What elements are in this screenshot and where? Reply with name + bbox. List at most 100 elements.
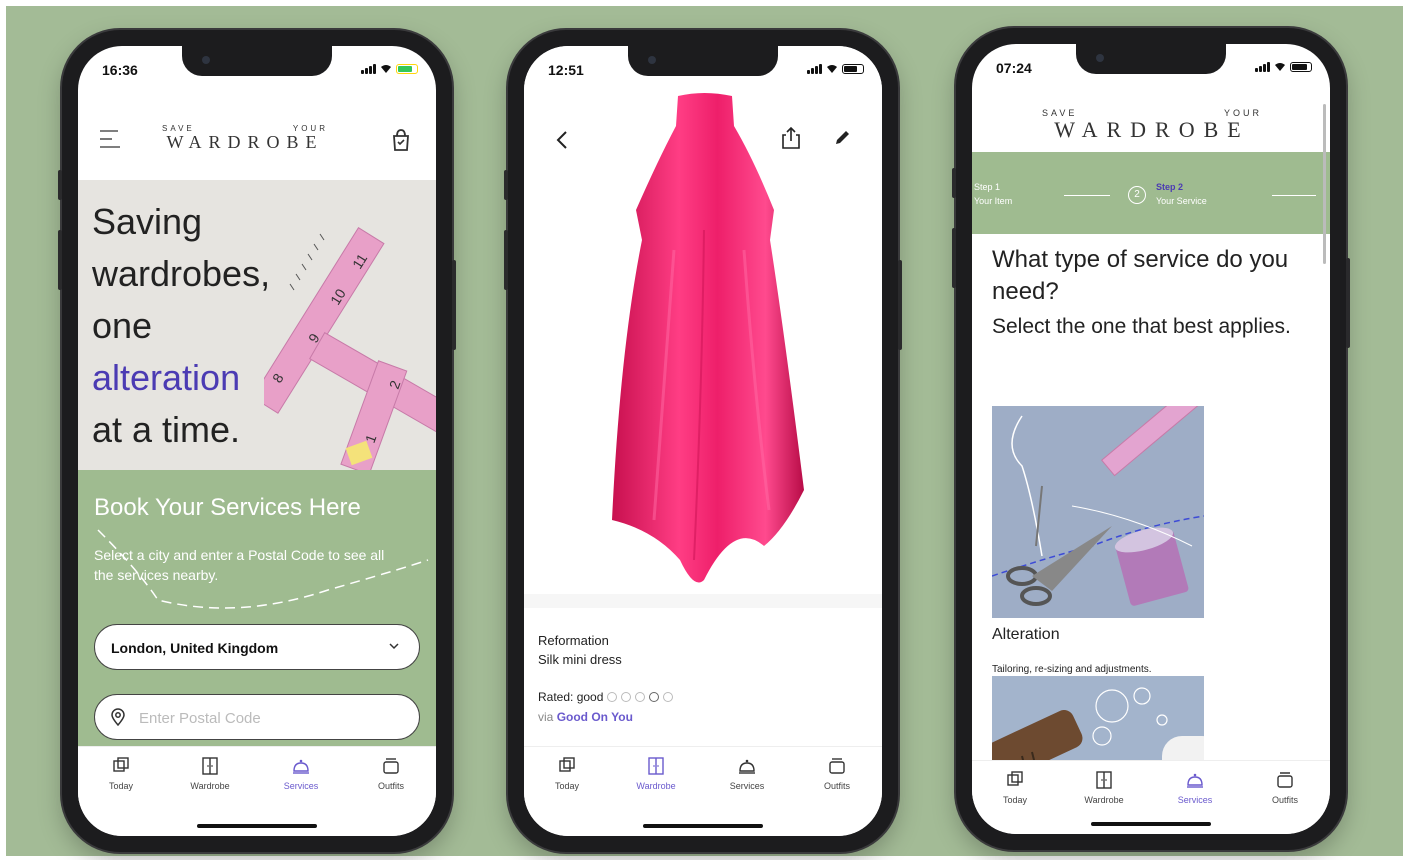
postal-code-placeholder: Enter Postal Code — [139, 710, 261, 727]
tab-wardrobe[interactable]: Wardrobe — [175, 757, 245, 791]
home-indicator — [643, 824, 763, 828]
power-button — [452, 260, 456, 350]
signal-icon — [361, 64, 376, 74]
mute-switch — [58, 170, 62, 200]
volume-up-button — [504, 230, 508, 290]
app-logo: SAVE YOUR WARDROBE — [162, 124, 328, 152]
services-icon — [1187, 773, 1203, 788]
tab-bar: Today Wardrobe Services Outfits — [78, 746, 436, 836]
notch — [182, 46, 332, 76]
product-info: Reformation Silk mini dress Rated: good … — [524, 608, 882, 750]
battery-icon — [842, 64, 864, 74]
screen: 12:51 Reformation Silk mini dress Rated:… — [524, 46, 882, 836]
tab-today[interactable]: Today — [86, 757, 156, 791]
share-icon[interactable] — [780, 126, 802, 150]
pink-silk-dress-image — [612, 93, 804, 583]
power-button — [898, 260, 902, 350]
tab-bar: Today Wardrobe Services Outfits — [524, 746, 882, 836]
booking-subtitle: Select a city and enter a Postal Code to… — [94, 547, 385, 583]
sewing-tools-image — [992, 406, 1204, 606]
mute-switch — [952, 168, 956, 198]
step-connector — [1272, 195, 1316, 196]
today-icon — [1007, 771, 1023, 786]
tab-today[interactable]: Today — [980, 771, 1050, 805]
outfits-icon — [1277, 772, 1293, 788]
tab-today[interactable]: Today — [532, 757, 602, 791]
wifi-icon — [1275, 63, 1285, 71]
step-progress: Step 1 Your Item 2 Step 2 Your Service — [972, 152, 1330, 234]
step-connector — [1064, 195, 1110, 196]
volume-up-button — [58, 230, 62, 290]
good-on-you-link[interactable]: Good On You — [557, 710, 633, 724]
product-brand: Reformation — [538, 633, 609, 648]
home-indicator — [197, 824, 317, 828]
notch — [1076, 44, 1226, 74]
phone-service-select: 07:24 SAVE YOUR WARDROBE Step 1 Your Item… — [952, 28, 1350, 850]
battery-icon — [1290, 62, 1312, 72]
question-instruction: Select the one that best applies. — [992, 315, 1291, 338]
mute-switch — [504, 170, 508, 200]
tab-wardrobe[interactable]: Wardrobe — [1069, 771, 1139, 805]
tab-outfits[interactable]: Outfits — [802, 757, 872, 791]
power-button — [1346, 258, 1350, 348]
phone-home: 16:36 SAVE YOUR WARDROBE Saving wardrobes — [58, 30, 456, 852]
wardrobe-icon — [648, 757, 664, 775]
booking-title: Book Your Services Here — [94, 494, 361, 521]
status-time: 07:24 — [996, 60, 1032, 76]
notch — [628, 46, 778, 76]
tab-services[interactable]: Services — [1160, 771, 1230, 805]
chevron-down-icon — [389, 643, 399, 650]
phone-product: 12:51 Reformation Silk mini dress Rated:… — [504, 30, 902, 852]
menu-icon[interactable] — [98, 128, 122, 150]
step-1[interactable]: Step 1 Your Item — [974, 180, 1012, 208]
rating-dot-icon — [635, 692, 646, 702]
signal-icon — [807, 64, 822, 74]
service-card-alteration[interactable] — [992, 406, 1204, 618]
tab-services[interactable]: Services — [712, 757, 782, 791]
wardrobe-icon — [202, 757, 218, 775]
tab-wardrobe[interactable]: Wardrobe — [621, 757, 691, 791]
tab-bar: Today Wardrobe Services Outfits — [972, 760, 1330, 834]
city-select[interactable]: London, United Kingdom — [94, 624, 420, 670]
bag-icon[interactable] — [390, 128, 412, 152]
rating-dot-icon — [621, 692, 632, 702]
outfits-icon — [383, 758, 399, 774]
product-image-area — [524, 46, 882, 594]
location-pin-icon — [111, 708, 125, 726]
question-heading: What type of service do you need? — [992, 246, 1289, 305]
outfits-icon — [829, 758, 845, 774]
services-icon — [293, 759, 309, 774]
rating-dot-icon — [649, 692, 660, 702]
today-icon — [559, 757, 575, 772]
divider — [524, 594, 882, 608]
step-2[interactable]: Step 2 Your Service — [1156, 180, 1207, 208]
tab-outfits[interactable]: Outfits — [356, 757, 426, 791]
edit-icon[interactable] — [832, 128, 852, 148]
tab-outfits[interactable]: Outfits — [1250, 771, 1320, 805]
rating-dot-icon — [663, 692, 674, 702]
screen: 07:24 SAVE YOUR WARDROBE Step 1 Your Item… — [972, 44, 1330, 834]
battery-icon — [396, 64, 418, 74]
status-time: 16:36 — [102, 62, 138, 78]
postal-code-input[interactable]: Enter Postal Code — [94, 694, 420, 740]
product-name: Silk mini dress — [538, 652, 622, 667]
service-title: Alteration — [992, 626, 1060, 643]
home-indicator — [1091, 822, 1211, 826]
rating-source: via Good On You — [538, 710, 633, 724]
rating-dot-icon — [607, 692, 618, 702]
screen: 16:36 SAVE YOUR WARDROBE Saving wardrobes — [78, 46, 436, 836]
step-2-number: 2 — [1128, 186, 1146, 204]
back-icon[interactable] — [554, 130, 570, 150]
service-description: Tailoring, re-sizing and adjustments. — [992, 664, 1152, 675]
booking-section: Book Your Services Here Select a city an… — [78, 470, 436, 746]
sustainability-rating: Rated: good — [538, 690, 674, 704]
volume-up-button — [952, 228, 956, 288]
tab-services[interactable]: Services — [266, 757, 336, 791]
wardrobe-icon — [1096, 771, 1112, 789]
city-select-value: London, United Kingdom — [111, 640, 279, 656]
measuring-tape-image: 11 10 9 8 2 1 — [264, 226, 436, 470]
wifi-icon — [827, 65, 837, 73]
scrollbar[interactable] — [1323, 104, 1326, 264]
hero-banner: Saving wardrobes, one alteration at a ti… — [78, 180, 436, 470]
hero-tagline: Saving wardrobes, one alteration at a ti… — [92, 201, 271, 450]
